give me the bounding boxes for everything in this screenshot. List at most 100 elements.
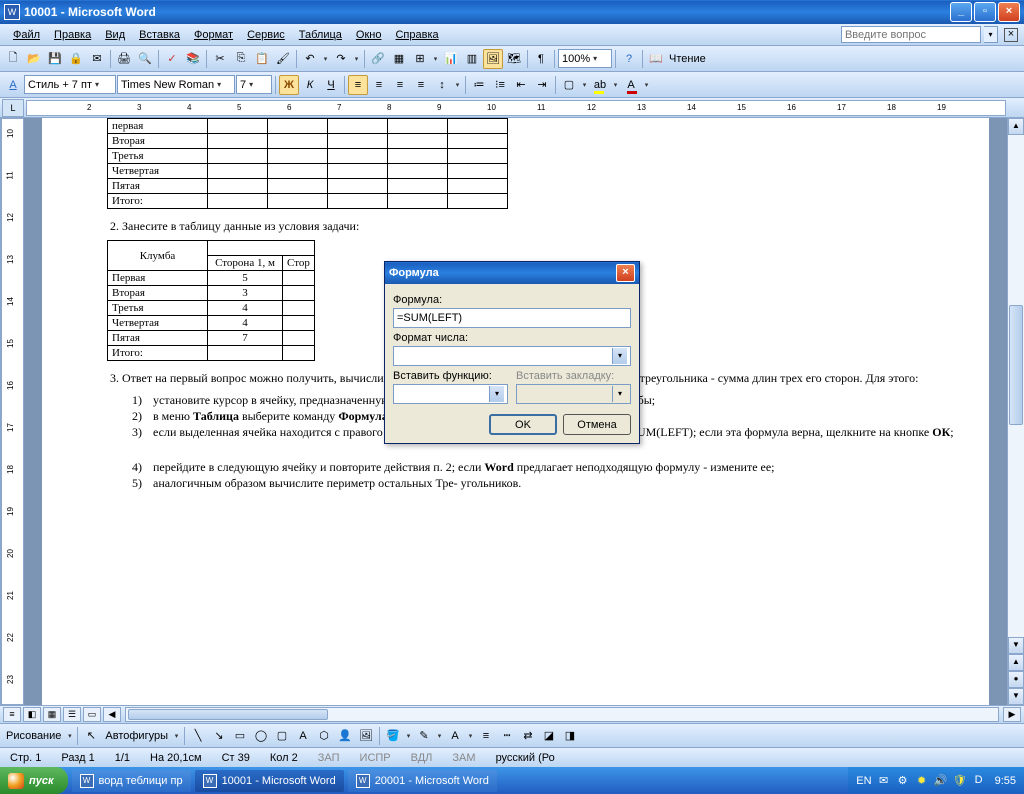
table-row[interactable]: Третья — [108, 149, 508, 164]
status-ext[interactable]: ВДЛ — [407, 752, 437, 764]
scroll-up-button[interactable]: ▲ — [1008, 118, 1024, 135]
status-lang[interactable]: русский (Ро — [492, 752, 559, 764]
table-row[interactable]: Итого: — [108, 346, 315, 361]
ok-button[interactable]: OK — [489, 414, 557, 435]
highlight-button[interactable]: ab — [590, 75, 610, 95]
textbox-icon[interactable]: ▢ — [272, 726, 292, 746]
show-marks-icon[interactable]: ¶ — [531, 49, 551, 69]
tray-icon-2[interactable]: ⚙ — [896, 774, 910, 788]
taskbar-item[interactable]: W20001 - Microsoft Word — [348, 770, 497, 792]
ask-question-input[interactable] — [841, 26, 981, 43]
format-painter-icon[interactable]: 🖌 — [273, 49, 293, 69]
scroll-left-button[interactable]: ◀ — [103, 707, 121, 722]
status-ovr[interactable]: ЗАМ — [448, 752, 479, 764]
outline-view-button[interactable]: ☰ — [63, 707, 81, 722]
select-objects-icon[interactable]: ↖ — [81, 726, 101, 746]
arrow-style-icon[interactable]: ⇄ — [518, 726, 538, 746]
align-center-button[interactable]: ≡ — [369, 75, 389, 95]
undo-icon[interactable]: ↶ — [300, 49, 320, 69]
table-row[interactable]: Итого: — [108, 194, 508, 209]
decrease-indent-button[interactable]: ⇤ — [511, 75, 531, 95]
menu-help[interactable]: Справка — [388, 27, 445, 43]
tray-icon-4[interactable]: 🔊 — [934, 774, 948, 788]
table-row[interactable]: Третья4 — [108, 301, 315, 316]
preview-icon[interactable]: 🔍 — [135, 49, 155, 69]
tray-icon-3[interactable]: ✹ — [915, 774, 929, 788]
zoom-combo[interactable]: 100%▾ — [558, 49, 612, 68]
reading-label[interactable]: Чтение — [669, 53, 706, 65]
font-color-icon-draw[interactable]: А — [445, 726, 465, 746]
taskbar-item[interactable]: W10001 - Microsoft Word — [195, 770, 344, 792]
fill-color-icon[interactable]: 🪣 — [383, 726, 403, 746]
redo-icon[interactable]: ↷ — [331, 49, 351, 69]
table-row[interactable]: Пятая — [108, 179, 508, 194]
undo-dropdown[interactable]: ▾ — [321, 55, 330, 63]
dialog-titlebar[interactable]: Формула × — [385, 262, 639, 284]
hyperlink-icon[interactable]: 🔗 — [368, 49, 388, 69]
minimize-button[interactable]: _ — [950, 2, 972, 22]
menu-insert[interactable]: Вставка — [132, 27, 187, 43]
table-row[interactable]: Пятая7 — [108, 331, 315, 346]
permission-icon[interactable]: 🔒 — [66, 49, 86, 69]
italic-button[interactable]: К — [300, 75, 320, 95]
print-icon[interactable]: 🖨 — [114, 49, 134, 69]
scroll-track[interactable] — [1008, 135, 1024, 637]
line-spacing-button[interactable]: ↕ — [432, 75, 452, 95]
paste-icon[interactable]: 📋 — [252, 49, 272, 69]
font-combo[interactable]: Times New Roman▾ — [117, 75, 235, 94]
ask-dropdown[interactable]: ▾ — [984, 26, 998, 43]
dialog-close-button[interactable]: × — [616, 264, 635, 282]
save-icon[interactable]: 💾 — [45, 49, 65, 69]
close-document-button[interactable]: × — [1004, 28, 1018, 42]
menu-edit[interactable]: Правка — [47, 27, 98, 43]
normal-view-button[interactable]: ≡ — [3, 707, 21, 722]
line-icon[interactable]: ╲ — [188, 726, 208, 746]
oval-icon[interactable]: ◯ — [251, 726, 271, 746]
table-row[interactable]: Вторая — [108, 134, 508, 149]
horizontal-ruler[interactable]: 2345678910111213141516171819 — [26, 100, 1006, 116]
autoshapes-button[interactable]: Автофигуры — [102, 730, 171, 742]
spellcheck-icon[interactable]: ✓ — [162, 49, 182, 69]
drawing-label[interactable]: Рисование — [3, 730, 64, 742]
scroll-down-button[interactable]: ▼ — [1008, 637, 1024, 654]
line-style-icon[interactable]: ≡ — [476, 726, 496, 746]
tray-icon-1[interactable]: ✉ — [877, 774, 891, 788]
formula-input[interactable] — [393, 308, 631, 328]
new-doc-icon[interactable]: 🗋 — [3, 49, 23, 69]
diagram-icon[interactable]: ⬡ — [314, 726, 334, 746]
drawing-icon[interactable]: 🖼 — [483, 49, 503, 69]
status-rec[interactable]: ЗАП — [314, 752, 344, 764]
cut-icon[interactable]: ✂ — [210, 49, 230, 69]
redo-dropdown[interactable]: ▾ — [352, 55, 361, 63]
table-row[interactable]: Четвертая4 — [108, 316, 315, 331]
dash-style-icon[interactable]: ┉ — [497, 726, 517, 746]
underline-button[interactable]: Ч — [321, 75, 341, 95]
threed-icon[interactable]: ◨ — [560, 726, 580, 746]
start-button[interactable]: пуск — [0, 767, 68, 794]
table-1[interactable]: перваяВтораяТретьяЧетвертаяПятаяИтого: — [107, 118, 508, 209]
arrow-icon[interactable]: ↘ — [209, 726, 229, 746]
picture-icon[interactable]: 🖼 — [356, 726, 376, 746]
print-view-button[interactable]: ▦ — [43, 707, 61, 722]
horizontal-scroll-track[interactable] — [125, 707, 999, 722]
help-icon[interactable]: ? — [619, 49, 639, 69]
tray-icon-6[interactable]: D — [972, 774, 986, 788]
align-left-button[interactable]: ≡ — [348, 75, 368, 95]
next-page-button[interactable]: ▼ — [1008, 688, 1024, 705]
copy-icon[interactable]: ⎘ — [231, 49, 251, 69]
increase-indent-button[interactable]: ⇥ — [532, 75, 552, 95]
numfmt-combo[interactable]: ▾ — [393, 346, 631, 366]
bold-button[interactable]: Ж — [279, 75, 299, 95]
font-size-combo[interactable]: 7▾ — [236, 75, 272, 94]
menu-file[interactable]: Файл — [6, 27, 47, 43]
line-color-icon[interactable]: ✎ — [414, 726, 434, 746]
menu-format[interactable]: Формат — [187, 27, 240, 43]
wordart-icon[interactable]: A — [293, 726, 313, 746]
read-icon[interactable]: 📖 — [646, 49, 666, 69]
table-2[interactable]: КлумбаСторона 1, мСторПервая5Вторая3Трет… — [107, 240, 315, 361]
clipart-icon[interactable]: 👤 — [335, 726, 355, 746]
insfunc-combo[interactable]: ▾ — [393, 384, 508, 404]
columns-icon[interactable]: ▥ — [462, 49, 482, 69]
numbered-list-button[interactable]: ≔ — [469, 75, 489, 95]
table-row[interactable]: Первая5 — [108, 271, 315, 286]
